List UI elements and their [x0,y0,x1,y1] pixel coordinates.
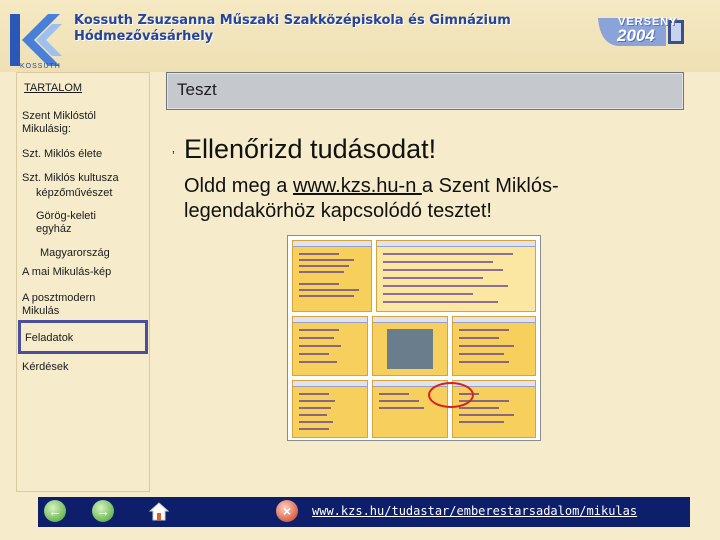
sidebar-item-mai-mikulas-kep[interactable]: A mai Mikulás-kép [22,266,111,279]
website-screenshot [287,235,541,441]
sidebar-item-feladatok[interactable]: Feladatok [18,320,148,354]
sidebar-item-szt-miklos-elete[interactable]: Szt. Miklós élete [22,148,102,161]
school-name: Kossuth Zsuzsanna Műszaki Szakközépiskol… [74,13,511,28]
body-text-pre: Oldd meg a [184,175,293,197]
slide-heading: Ellenőrizd tudásodat! [184,134,437,164]
sidebar-item-gorog-keleti[interactable]: Görög-keleti egyház [36,210,126,236]
back-button[interactable]: ← [44,500,66,522]
arrow-right-icon: → [96,503,110,519]
forward-button[interactable]: → [92,500,114,522]
bullet-mark: ’ [172,148,175,163]
screenshot-panel [292,316,368,376]
logo-caption: KOSSUTH [20,63,61,70]
sidebar-item-kepzomuveszet[interactable]: képzőművészet [36,187,112,200]
highlight-circle [428,382,474,408]
verseny-year: 2004 [617,26,655,45]
sidebar-item-magyarorszag[interactable]: Magyarország [40,247,110,260]
footer-url-link[interactable]: www.kzs.hu/tudastar/emberestarsadalom/mi… [312,504,637,518]
screenshot-panel [376,240,536,312]
sidebar-item-szt-miklos-kultusza[interactable]: Szt. Miklós kultusza [22,172,119,185]
home-icon[interactable] [148,500,170,522]
screenshot-panel [292,240,372,312]
close-icon: × [282,503,292,519]
slide-title-box: Teszt [166,72,684,110]
slide-title: Teszt [177,80,217,99]
screenshot-panel [292,380,368,438]
screenshot-panel [452,316,536,376]
sidebar-item-posztmodern-mikulas[interactable]: A posztmodern Mikulás [22,292,132,318]
arrow-left-icon: ← [48,503,62,519]
school-city: Hódmezővásárhely [74,29,214,44]
close-button[interactable]: × [276,500,298,522]
sidebar-item-kerdesek[interactable]: Kérdések [22,361,68,374]
toc-title[interactable]: TARTALOM [24,82,82,94]
kzs-link[interactable]: www.kzs.hu-n [293,175,422,197]
screenshot-panel [372,316,448,376]
sidebar-item-szent-miklostol[interactable]: Szent Miklóstól Mikulásig: [22,110,132,136]
slide-body: Oldd meg a www.kzs.hu-n a Szent Miklós-l… [184,174,684,224]
